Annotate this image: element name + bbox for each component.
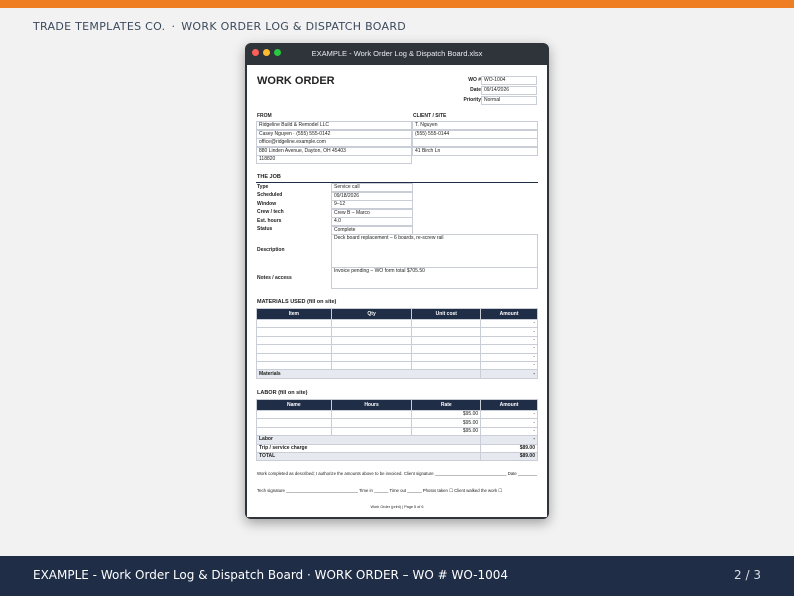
job-heading: THE JOB (257, 174, 281, 180)
wo-number-cell[interactable]: WO-1004 (481, 76, 537, 85)
spreadsheet-window: EXAMPLE - Work Order Log & Dispatch Boar… (245, 43, 549, 519)
type-label: Type (257, 184, 269, 190)
table-row: - (256, 360, 538, 371)
header-separator: · (171, 20, 176, 33)
materials-total-value: - (480, 369, 538, 379)
grand-total-label: TOTAL (255, 451, 482, 462)
tech-signoff-text: Tech signature _________________________… (257, 488, 503, 493)
column-header: Name (256, 399, 332, 411)
amount-cell[interactable]: - (480, 418, 538, 428)
wo-label: WO # (468, 77, 481, 83)
column-header: Qty (330, 308, 413, 320)
materials-total-label: Materials (255, 369, 482, 379)
rate-cell[interactable]: $95.00 (411, 409, 482, 420)
description-cell[interactable]: Deck board replacement – 6 boards, re-sc… (331, 234, 538, 268)
amount-cell[interactable]: - (480, 335, 538, 346)
print-page-footer: Work Order (print) | Page 5 of 6 (370, 505, 424, 509)
amount-cell[interactable]: - (480, 344, 538, 354)
materials-total-row: Materials - (255, 369, 538, 379)
column-header: Amount (480, 399, 538, 411)
labor-total-value: - (480, 435, 538, 445)
status-label: Status (257, 226, 273, 232)
grand-total-value: $89.00 (480, 451, 538, 462)
grand-total-row: TOTAL $89.00 (255, 451, 538, 462)
priority-label: Priority (463, 97, 481, 103)
labor-total-label: Labor (255, 435, 482, 445)
page-indicator: 2 / 3 (734, 568, 761, 582)
date-cell[interactable]: 09/14/2026 (481, 86, 537, 95)
crew-label: Crew / tech (257, 209, 284, 215)
client-line[interactable]: 41 Birch Ln (412, 146, 538, 156)
materials-table: Item Qty Unit cost Amount - - - - - - Ma… (255, 308, 538, 379)
table-row: - (256, 327, 538, 337)
amount-cell[interactable]: - (480, 426, 538, 437)
brand-name: TRADE TEMPLATES CO. (33, 20, 166, 33)
labor-table: Name Hours Rate Amount $95.00- $95.00- $… (255, 399, 538, 462)
window-title: EXAMPLE - Work Order Log & Dispatch Boar… (311, 49, 483, 58)
table-row: $95.00- (256, 418, 538, 428)
scheduled-label: Scheduled (257, 192, 283, 198)
trip-charge-label: Trip / service charge (255, 443, 482, 453)
work-order-sheet: WORK ORDER WO # WO-1004 Date 09/14/2026 … (247, 65, 547, 517)
column-header: Item (256, 308, 332, 320)
amount-cell[interactable]: - (480, 327, 538, 337)
amount-cell[interactable]: - (480, 352, 538, 362)
page-header: TRADE TEMPLATES CO. · WORK ORDER LOG & DIS… (33, 20, 406, 33)
footer-title: EXAMPLE - Work Order Log & Dispatch Boar… (33, 568, 509, 582)
priority-cell[interactable]: Normal (481, 96, 537, 105)
column-header: Unit cost (411, 308, 482, 320)
column-header: Hours (330, 399, 413, 411)
footer-bar: EXAMPLE - Work Order Log & Dispatch Boar… (0, 556, 794, 596)
from-heading: FROM (257, 113, 272, 119)
authorization-text: Work completed as described; I authorize… (257, 471, 538, 476)
header-subtitle: WORK ORDER LOG & DISPATCH BOARD (181, 20, 407, 33)
window-titlebar: EXAMPLE - Work Order Log & Dispatch Boar… (245, 43, 549, 65)
column-header: Amount (480, 308, 538, 320)
doc-title: WORK ORDER (257, 75, 335, 87)
window-label: Window (257, 200, 277, 207)
amount-cell[interactable]: - (480, 409, 538, 420)
description-label: Description (257, 247, 285, 253)
date-label: Date (470, 87, 481, 93)
table-row: $95.00- (256, 409, 538, 420)
table-row: - (256, 318, 538, 329)
column-header: Rate (411, 399, 482, 411)
client-heading: CLIENT / SITE (413, 113, 447, 119)
amount-cell[interactable]: - (480, 360, 538, 371)
hours-label: Est. hours (257, 217, 282, 224)
table-row: - (256, 344, 538, 354)
notes-cell[interactable]: Invoice pending – WO form total $705.50 (331, 267, 538, 289)
trip-charge-value[interactable]: $89.00 (480, 443, 538, 453)
materials-heading: MATERIALS USED (fill on site) (257, 299, 337, 305)
table-row: $95.00- (256, 426, 538, 437)
accent-bar (0, 0, 794, 8)
amount-cell[interactable]: - (480, 318, 538, 329)
labor-heading: LABOR (fill on site) (257, 390, 308, 396)
trip-charge-row: Trip / service charge $89.00 (255, 443, 538, 453)
table-row: - (256, 352, 538, 362)
rate-cell[interactable]: $95.00 (411, 418, 482, 428)
labor-total-row: Labor - (255, 435, 538, 445)
notes-label: Notes / access (257, 275, 292, 281)
rate-cell[interactable]: $95.00 (411, 426, 482, 437)
from-line[interactable]: 118820 (256, 155, 412, 164)
table-row: - (256, 335, 538, 346)
